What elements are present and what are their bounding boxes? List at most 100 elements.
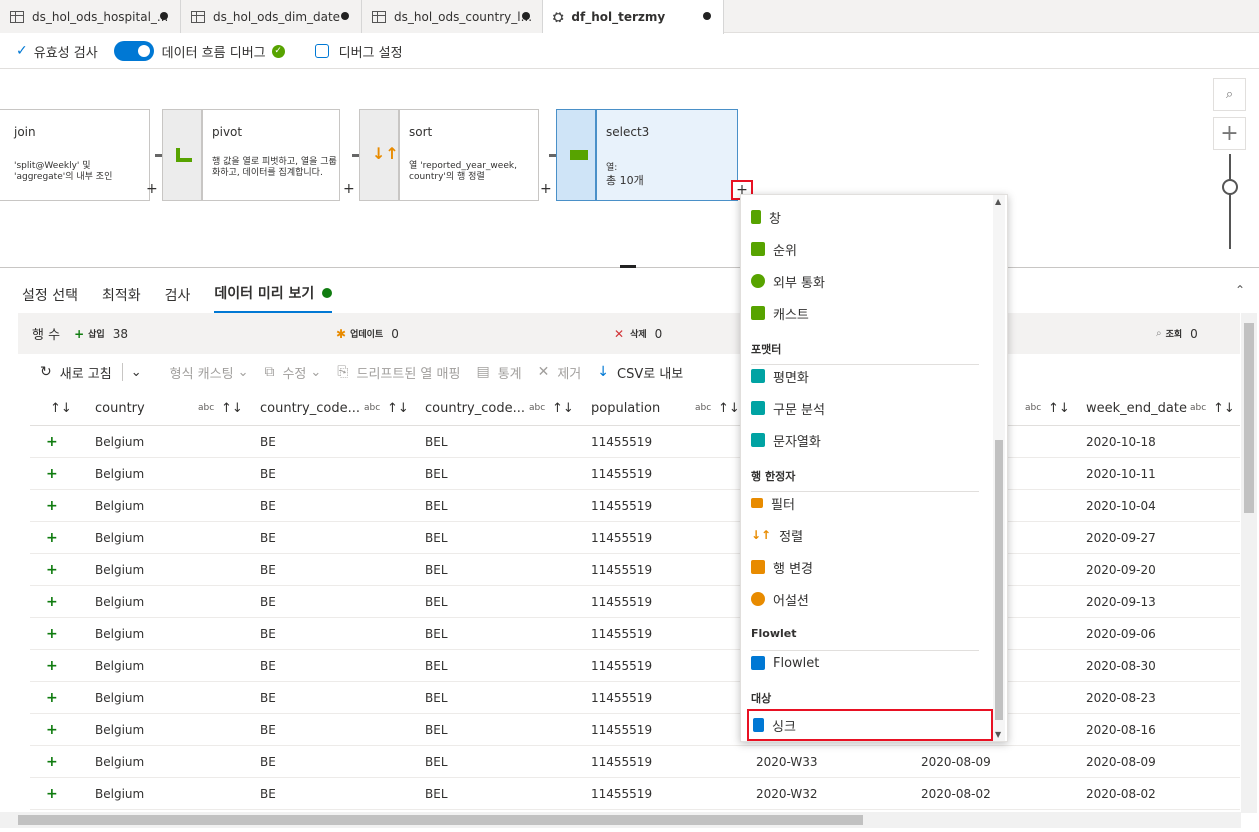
tab-inspect[interactable]: 검사 (165, 285, 191, 313)
menu-item-cast[interactable]: 캐스트 (751, 299, 981, 327)
sort-icon[interactable]: ↑↓ (1048, 390, 1070, 426)
tab-bar: ds_hol_ods_hospital_... ds_hol_ods_dim_d… (0, 0, 1259, 34)
table-cell: 2020-09-27 (1086, 531, 1156, 545)
sort-icon: ↓↑ (372, 144, 399, 163)
column-header-country-code-3[interactable]: country_code... (425, 390, 525, 426)
dataflow-canvas[interactable]: join 'split@Weekly' 및 'aggregate'의 내부 조인… (0, 69, 1259, 268)
search-icon[interactable]: ⌕ (1213, 78, 1246, 111)
tab-dim-date-dataset[interactable]: ds_hol_ods_dim_date (181, 0, 362, 33)
validate-button[interactable]: ✓ 유효성 검사 (16, 42, 98, 61)
scroll-thumb[interactable] (995, 440, 1003, 720)
statistics-button[interactable]: ▤ 통계 (476, 363, 521, 382)
insert-row-icon: + (46, 530, 58, 546)
menu-item-parse[interactable]: 구문 분석 (751, 394, 981, 422)
table-row[interactable]: + Belgium BE BEL 11455519 2020-10-18 (30, 426, 1240, 458)
scroll-down-icon[interactable]: ▼ (995, 730, 1001, 739)
sort-icon[interactable]: ↑↓ (221, 390, 243, 426)
row-stats-bar: 행 수 + 삽입 38 ✱ 업데이트 0 ✕ 삭제 0 ⌕ 조회 0 (18, 313, 1240, 354)
menu-item-rank[interactable]: 순위 (751, 235, 981, 263)
sort-icon[interactable]: ↑↓ (50, 390, 72, 426)
table-row[interactable]: + Belgium BE BEL 11455519 2020-W33 2020-08-09 2… (30, 746, 1240, 778)
menu-item-label: 싱크 (772, 719, 796, 735)
zoom-slider-track[interactable] (1229, 154, 1231, 249)
node-pivot[interactable]: pivot 행 값을 열로 피벗하고, 열을 그룹화하고, 데이터를 집계합니다… (162, 109, 355, 201)
menu-item-assert[interactable]: 어설션 (751, 585, 981, 613)
modify-button[interactable]: ⧉ 수정 ⌄ (264, 363, 321, 382)
toggle-switch[interactable] (113, 41, 154, 61)
vertical-scrollbar[interactable] (1241, 313, 1257, 813)
sort-icon[interactable]: ↑↓ (1213, 390, 1235, 426)
horizontal-scrollbar[interactable] (0, 812, 1241, 828)
table-row[interactable]: + Belgium BE BEL 11455519 2020-09-27 (30, 522, 1240, 554)
preview-action-bar: ↻ 새로 고침 ⌄ 형식 캐스팅 ⌄ ⧉ 수정 ⌄ ⎘ 드리프트된 열 매핑 ▤… (40, 356, 699, 388)
add-transform-plus-icon[interactable]: + (146, 181, 158, 197)
menu-scrollbar[interactable]: ▲ ▼ (993, 195, 1005, 741)
tab-data-preview[interactable]: 데이터 미리 보기 (214, 283, 333, 313)
export-csv-label: CSV로 내보 (617, 366, 684, 382)
sort-icon[interactable]: ↑↓ (718, 390, 740, 426)
refresh-button[interactable]: ↻ 새로 고침 (40, 363, 112, 382)
node-sort[interactable]: ↓↑ sort 열 'reported_year_week, country'의… (359, 109, 552, 201)
menu-item-flowlet[interactable]: Flowlet (751, 649, 981, 677)
table-cell: 11455519 (591, 467, 653, 481)
table-cell: 2020-W33 (756, 755, 818, 769)
tab-hospital-dataset[interactable]: ds_hol_ods_hospital_... (0, 0, 181, 33)
sort-icon[interactable]: ↑↓ (387, 390, 409, 426)
debug-toggle[interactable]: 데이터 흐름 디버그 ✓ (113, 41, 285, 61)
tab-data-preview-label: 데이터 미리 보기 (214, 286, 315, 302)
more-dropdown[interactable]: ⌄ (131, 365, 142, 380)
table-row[interactable]: + Belgium BE BEL 11455519 2020-09-06 (30, 618, 1240, 650)
node-description: 행 값을 열로 피벗하고, 열을 그룹화하고, 데이터를 집계합니다. (212, 157, 337, 178)
menu-item-stringify[interactable]: 문자열화 (751, 426, 981, 454)
menu-item-sort[interactable]: ↓↑ 정렬 (751, 521, 981, 549)
table-row[interactable]: + Belgium BE BEL 11455519 2020-08-30 (30, 650, 1240, 682)
node-select3[interactable]: select3 열: 총 10개 (556, 109, 746, 201)
table-row[interactable]: + Belgium BE BEL 11455519 2020-W32 2020-08-02 2… (30, 778, 1240, 810)
table-row[interactable]: + Belgium BE BEL 11455519 2020-10-11 (30, 458, 1240, 490)
type-abc-label: abc (695, 390, 711, 426)
table-row[interactable]: + Belgium BE BEL 11455519 2020-09-13 (30, 586, 1240, 618)
tab-select-settings[interactable]: 설정 선택 (22, 285, 78, 313)
chevron-up-icon[interactable]: ⌃ (1235, 283, 1245, 297)
table-cell: 2020-08-23 (1086, 691, 1156, 705)
statistics-label: 통계 (497, 366, 522, 382)
sort-icon[interactable]: ↑↓ (552, 390, 574, 426)
menu-item-flatten[interactable]: 평면화 (751, 362, 981, 390)
add-transform-plus-icon[interactable]: + (540, 181, 552, 197)
menu-item-sink[interactable]: 싱크 (747, 709, 993, 741)
scroll-thumb[interactable] (18, 815, 863, 825)
map-drifted-button[interactable]: ⎘ 드리프트된 열 매핑 (337, 363, 460, 382)
tab-optimize[interactable]: 최적화 (102, 285, 141, 313)
node-join[interactable]: join 'split@Weekly' 및 'aggregate'의 내부 조인… (0, 109, 158, 201)
export-csv-button[interactable]: ↓ CSV로 내보 (597, 363, 683, 382)
tab-country-dataset[interactable]: ds_hol_ods_country_l... (362, 0, 543, 33)
remove-button[interactable]: ✕ 제거 (538, 363, 582, 382)
zoom-slider-thumb[interactable] (1222, 179, 1238, 195)
menu-item-label: 구문 분석 (773, 402, 825, 418)
table-cell: 2020-10-04 (1086, 499, 1156, 513)
column-header-week-end-date[interactable]: week_end_date (1086, 390, 1187, 426)
menu-item-filter[interactable]: 필터 (751, 489, 981, 517)
zoom-in-icon[interactable]: + (1213, 117, 1246, 150)
column-header-country[interactable]: country (95, 390, 145, 426)
debug-settings-button[interactable]: 디버그 설정 (314, 42, 403, 61)
menu-item-window[interactable]: 창 (751, 203, 981, 231)
node-body (0, 109, 150, 201)
sink-icon (753, 718, 764, 732)
scroll-up-icon[interactable]: ▲ (995, 197, 1001, 206)
table-row[interactable]: + Belgium BE BEL 11455519 2020-09-20 (30, 554, 1240, 586)
typecast-button[interactable]: 형식 캐스팅 ⌄ (170, 363, 249, 382)
scroll-thumb[interactable] (1244, 323, 1254, 513)
add-transform-plus-icon[interactable]: + (343, 181, 355, 197)
table-row[interactable]: + Belgium BE BEL 11455519 2020-08-23 (30, 682, 1240, 714)
flatten-icon (751, 369, 765, 383)
node-description-line1: 열: (606, 163, 618, 173)
table-row[interactable]: + Belgium BE BEL 11455519 2020-10-04 (30, 490, 1240, 522)
table-row[interactable]: + Belgium BE BEL 11455519 2020-08-16 (30, 714, 1240, 746)
tab-dataflow[interactable]: ⛭ df_hol_terzmy (543, 0, 724, 34)
column-header-country-code-2[interactable]: country_code... (260, 390, 360, 426)
menu-item-alter-row[interactable]: 행 변경 (751, 553, 981, 581)
column-header-population[interactable]: population (591, 390, 660, 426)
menu-item-external-call[interactable]: 외부 통화 (751, 267, 981, 295)
panel-resize-handle[interactable] (620, 265, 636, 268)
